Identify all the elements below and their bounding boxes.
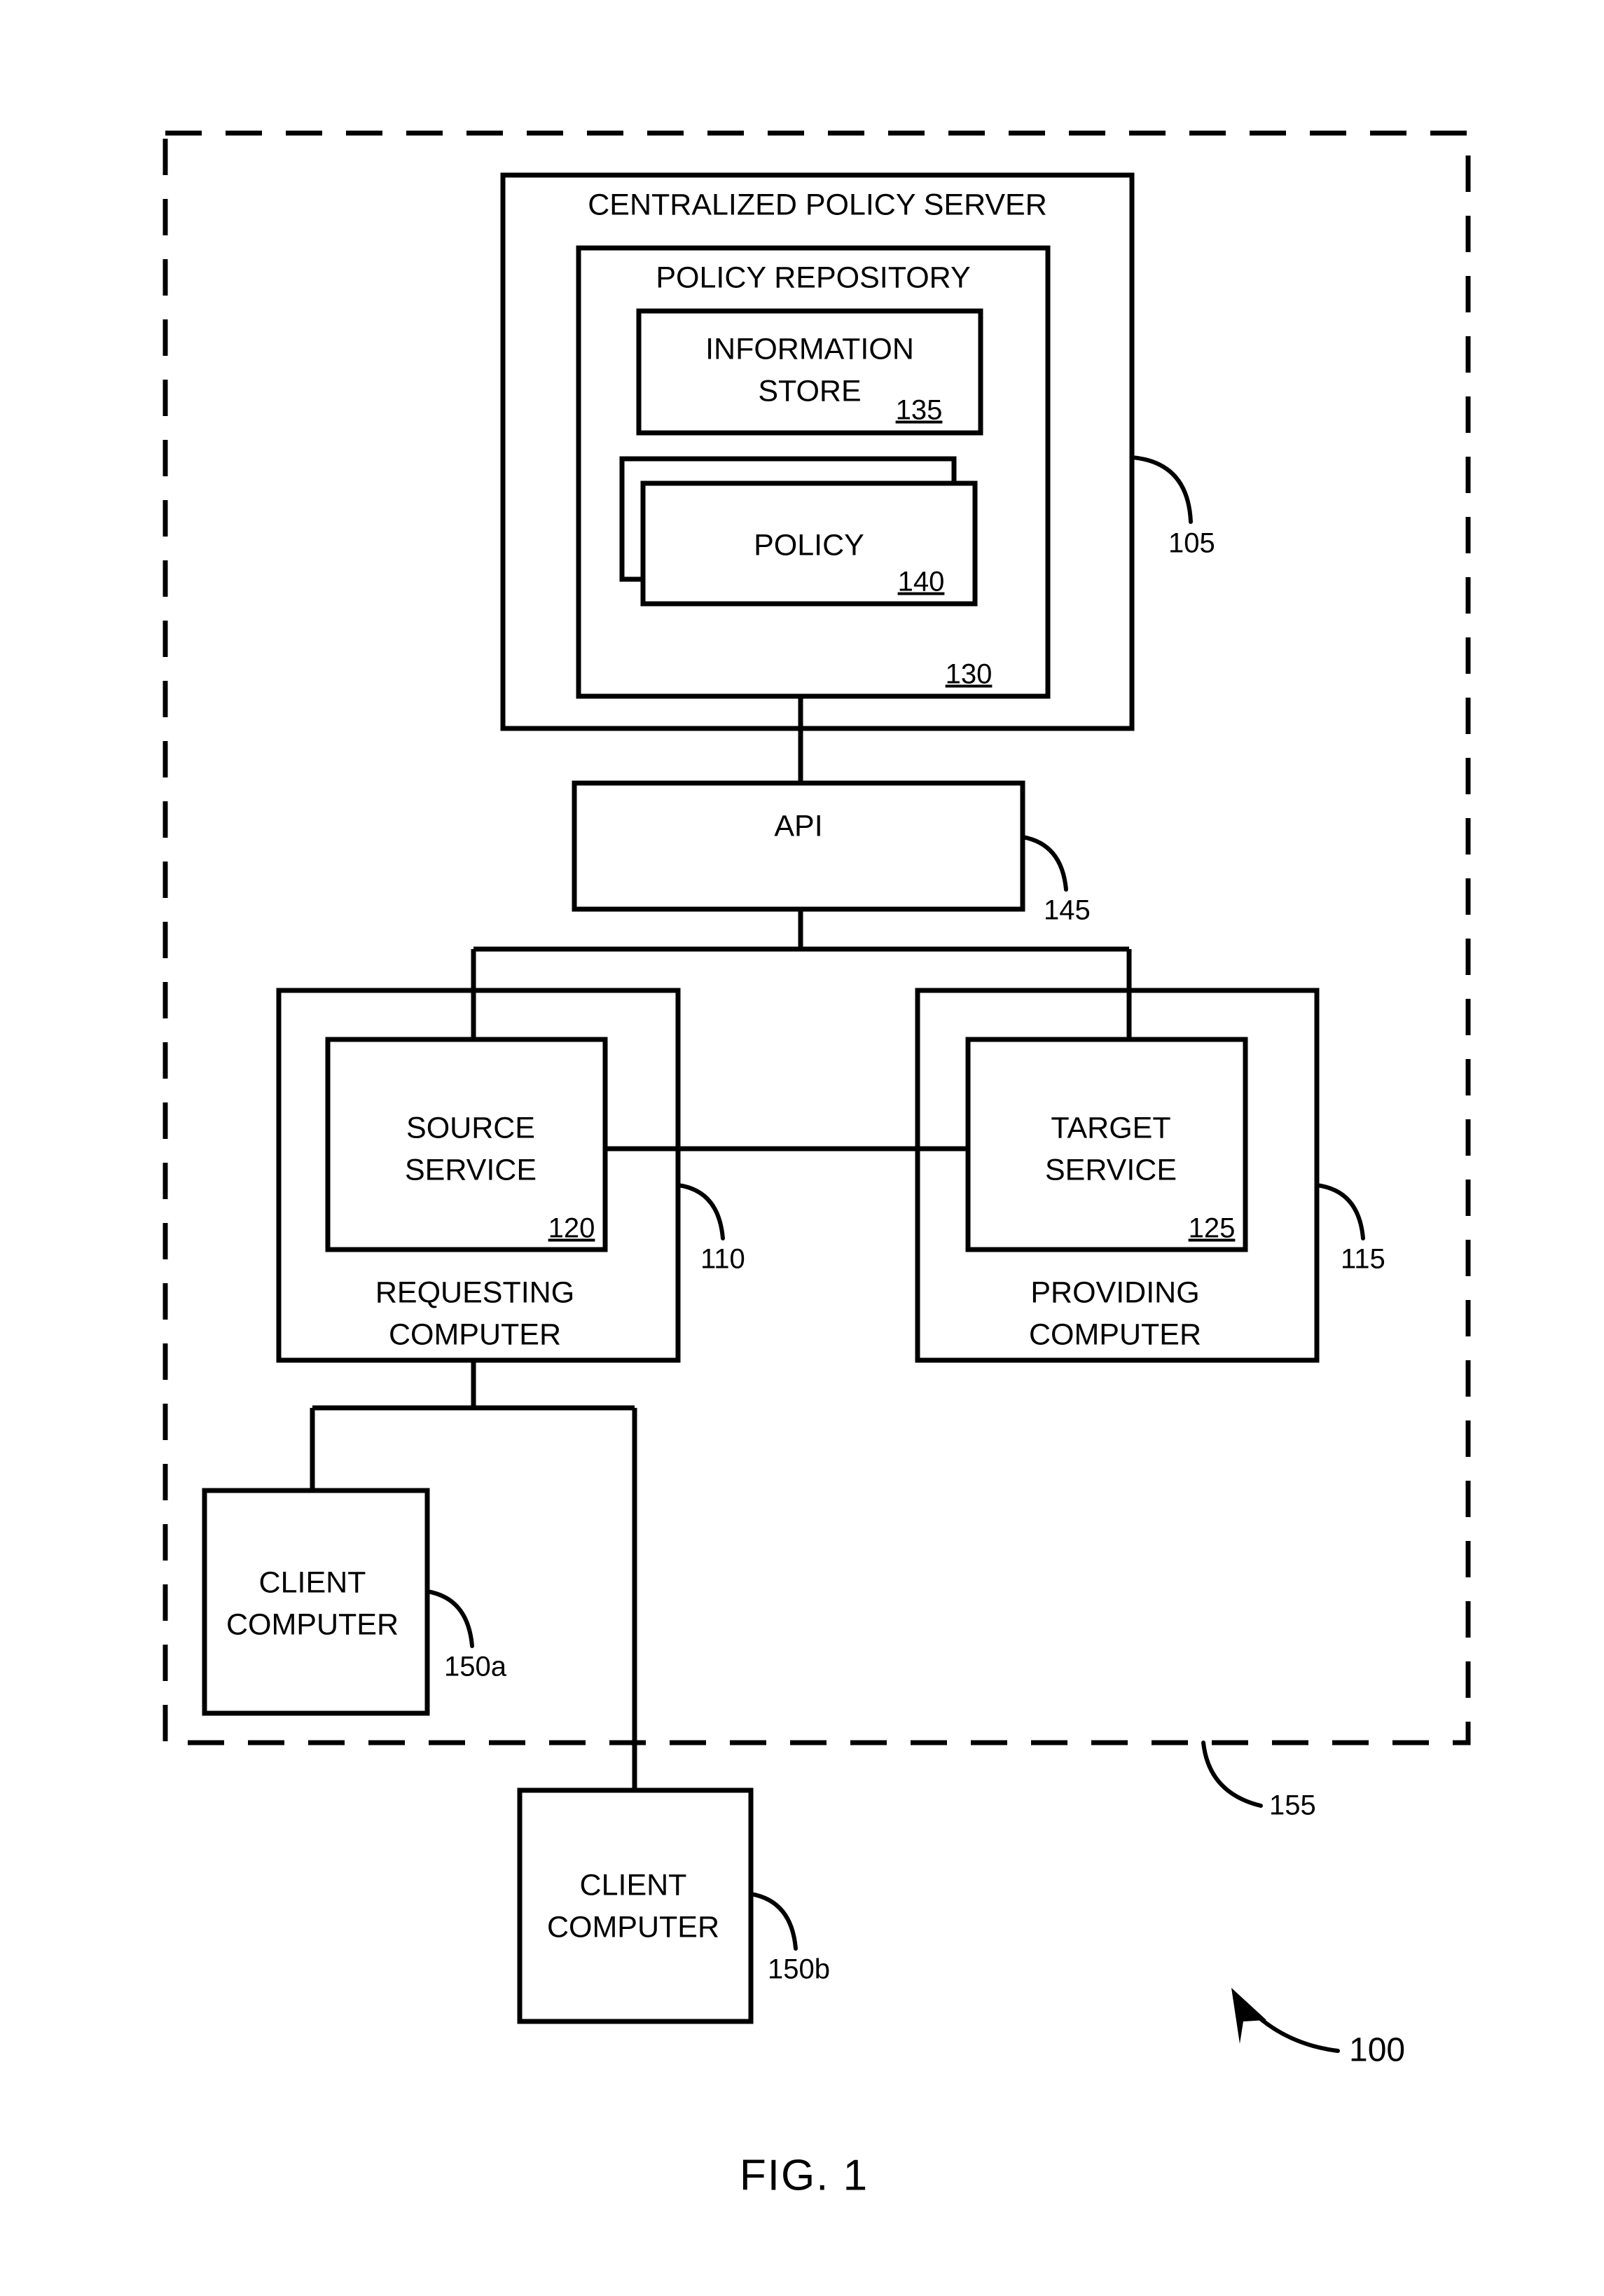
- figure-caption: FIG. 1: [740, 2151, 869, 2199]
- information-store-label-line1: INFORMATION: [705, 332, 914, 366]
- figure-1-diagram: CENTRALIZED POLICY SERVER POLICY REPOSIT…: [163, 130, 1471, 2199]
- ref-100: 100: [1349, 2032, 1405, 2069]
- ref-145: 145: [1044, 895, 1091, 926]
- leader-105: [1130, 455, 1193, 524]
- client-computer-b-label-line1: CLIENT: [580, 1868, 687, 1902]
- ref-155: 155: [1269, 1790, 1316, 1821]
- client-computer-a-label-line2: COMPUTER: [226, 1607, 399, 1641]
- requesting-computer-label-line1: REQUESTING: [375, 1275, 574, 1309]
- client-computer-b-label-line2: COMPUTER: [547, 1910, 719, 1944]
- ref-150b: 150b: [768, 1954, 830, 1985]
- centralized-policy-server-label: CENTRALIZED POLICY SERVER: [588, 188, 1047, 221]
- ref-115: 115: [1341, 1244, 1385, 1275]
- ref-150a: 150a: [444, 1652, 507, 1682]
- requesting-computer-label-line2: COMPUTER: [389, 1318, 561, 1351]
- leader-100-arrow-tail: [1243, 2003, 1340, 2053]
- target-service-label-line1: TARGET: [1051, 1111, 1170, 1144]
- leader-145: [1021, 835, 1068, 892]
- leader-110: [676, 1183, 725, 1240]
- client-computer-b-box: [517, 1787, 754, 2024]
- ref-120: 120: [548, 1213, 595, 1244]
- source-service-label-line1: SOURCE: [406, 1111, 535, 1144]
- leader-155: [1201, 1741, 1263, 1808]
- information-store-label-line2: STORE: [758, 374, 861, 408]
- patent-figure-page: CENTRALIZED POLICY SERVER POLICY REPOSIT…: [0, 0, 1604, 2296]
- ref-110: 110: [700, 1244, 745, 1275]
- api-label: API: [774, 809, 822, 843]
- policy-label: POLICY: [754, 528, 864, 562]
- leader-115: [1315, 1183, 1365, 1240]
- leader-150b: [749, 1892, 798, 1951]
- leader-150a: [425, 1589, 474, 1648]
- policy-repository-label: POLICY REPOSITORY: [656, 261, 970, 294]
- api-box: [572, 780, 1025, 912]
- providing-computer-label-line1: PROVIDING: [1030, 1275, 1199, 1309]
- client-computer-a-label-line1: CLIENT: [259, 1565, 366, 1599]
- target-service-label-line2: SERVICE: [1045, 1153, 1177, 1187]
- ref-130: 130: [946, 659, 993, 690]
- source-service-label-line2: SERVICE: [405, 1153, 537, 1187]
- ref-140: 140: [898, 567, 945, 597]
- ref-135: 135: [896, 395, 943, 426]
- arrowhead-100-icon: [1231, 1988, 1266, 2044]
- client-computer-a-box: [202, 1488, 430, 1716]
- providing-computer-label-line2: COMPUTER: [1029, 1318, 1201, 1351]
- ref-105: 105: [1168, 528, 1215, 559]
- ref-125: 125: [1189, 1213, 1236, 1244]
